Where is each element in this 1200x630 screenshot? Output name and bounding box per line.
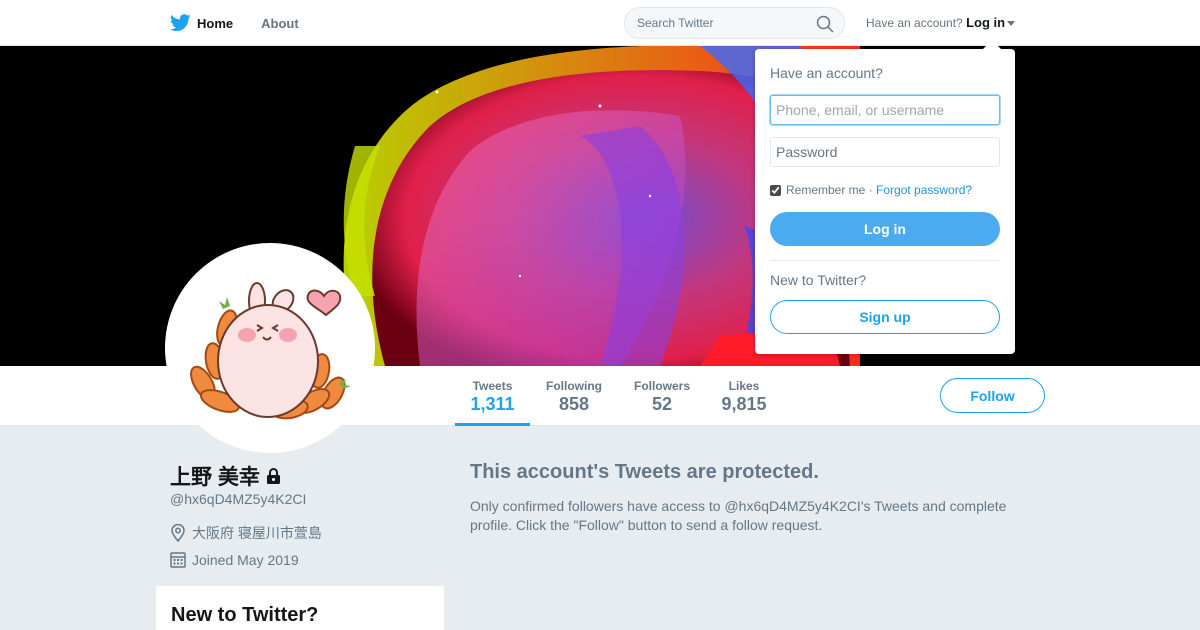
stat-likes[interactable]: Likes 9,815 <box>714 366 774 426</box>
profile-name: 上野 美幸 <box>170 461 282 491</box>
profile-location-text: 大阪府 寝屋川市萱島 <box>192 525 322 541</box>
avatar[interactable] <box>165 243 375 453</box>
password-input[interactable] <box>770 137 1000 167</box>
new-to-twitter-text: New to Twitter? <box>770 272 867 288</box>
twitter-bird-icon <box>170 14 191 32</box>
top-nav: Home About Have an account? Log in <box>0 0 1200 46</box>
remember-separator: · <box>865 183 877 197</box>
stat-following[interactable]: Following 858 <box>540 366 608 426</box>
stat-tweets[interactable]: Tweets 1,311 <box>455 366 530 426</box>
remember-checkbox[interactable] <box>770 184 781 196</box>
login-link[interactable]: Log in <box>966 15 1016 30</box>
map-pin-icon <box>171 524 185 542</box>
signup-button[interactable]: Sign up <box>770 300 1000 334</box>
calendar-icon <box>170 552 186 568</box>
stat-following-value: 858 <box>558 394 590 414</box>
nav-home[interactable]: Home <box>170 14 233 32</box>
bunny-avatar-image <box>190 282 351 420</box>
magnifier-icon[interactable] <box>816 15 834 33</box>
follow-button[interactable]: Follow <box>940 378 1045 413</box>
stat-tweets-label: Tweets <box>472 379 513 393</box>
nav-left: Home About <box>170 0 327 46</box>
remember-label[interactable]: Remember me <box>786 183 865 197</box>
stat-following-label: Following <box>546 379 602 393</box>
profile-joined-text: Joined May 2019 <box>192 551 299 568</box>
login-link-label: Log in <box>966 15 1006 30</box>
dropdown-divider <box>770 260 1000 261</box>
stat-followers-label: Followers <box>633 379 690 393</box>
search-input[interactable] <box>637 16 807 30</box>
nav-about[interactable]: About <box>261 16 299 31</box>
search-box <box>624 7 845 39</box>
login-dropdown: Have an account? Remember me · Forgot pa… <box>755 40 1015 354</box>
stat-followers[interactable]: Followers 52 <box>628 366 696 426</box>
protected-text: Only confirmed followers have access to … <box>470 498 1007 533</box>
stat-likes-label: Likes <box>728 379 760 393</box>
new-to-twitter-title: New to Twitter? <box>171 604 319 626</box>
username-input[interactable] <box>770 95 1000 125</box>
new-to-twitter-card: New to Twitter? <box>156 586 444 630</box>
nav-home-label: Home <box>197 15 234 31</box>
forgot-password-link[interactable]: Forgot password? <box>876 183 972 197</box>
login-dropdown-heading: Have an account? <box>770 65 883 81</box>
caret-down-icon <box>1007 21 1016 27</box>
profile-joined: Joined May 2019 <box>170 551 299 568</box>
have-account-text: Have an account? <box>866 16 963 30</box>
login-prompt: Have an account? Log in <box>866 15 1016 30</box>
stat-tweets-value: 1,311 <box>470 394 515 414</box>
lock-icon <box>266 468 280 484</box>
protected-title: This account's Tweets are protected. <box>470 461 819 483</box>
remember-row: Remember me · Forgot password? <box>770 183 972 197</box>
stat-likes-value: 9,815 <box>721 394 767 414</box>
profile-handle[interactable]: @hx6qD4MZ5y4K2CI <box>170 491 306 507</box>
stat-followers-value: 52 <box>651 394 673 414</box>
login-button[interactable]: Log in <box>770 212 1000 246</box>
profile-location: 大阪府 寝屋川市萱島 <box>170 523 322 543</box>
nav-about-label: About <box>261 15 299 31</box>
profile-name-text: 上野 美幸 <box>170 466 260 489</box>
